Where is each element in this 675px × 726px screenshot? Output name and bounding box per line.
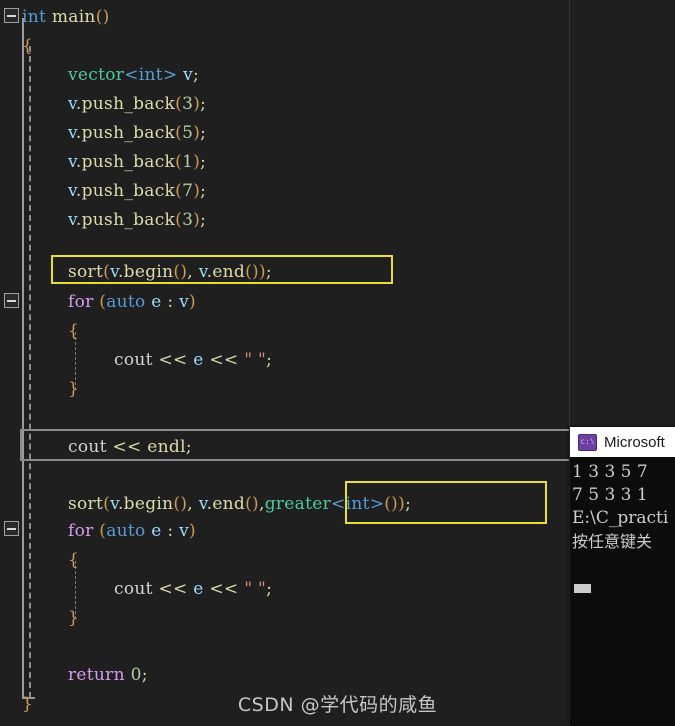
code-line-main-signature: int main() (22, 7, 110, 27)
cmd-console-icon: c:\ (578, 433, 597, 451)
code-line-cout-element-2: cout << e << " "; (114, 579, 273, 599)
token-push-back: push_back (81, 210, 176, 230)
console-window[interactable]: c:\ Microsoft 1 3 3 5 7 7 5 3 3 1 E:\C_p… (570, 427, 675, 726)
push-back-value-4: 7 (182, 181, 194, 201)
token-begin: begin (123, 262, 174, 282)
token-end: end (212, 494, 246, 514)
token-int-template: int (345, 494, 370, 514)
code-line-open-brace-for-1: { (68, 321, 80, 341)
console-output-area[interactable]: 1 3 3 5 7 7 5 3 3 1 E:\C_practi 按任意键关 (570, 457, 675, 593)
token-v: v (68, 181, 76, 201)
console-output-line-4: 按任意键关 (572, 532, 653, 551)
token-space-string: " " (244, 350, 267, 370)
token-return: return (68, 665, 125, 685)
token-e: e (193, 579, 204, 599)
token-auto: auto (106, 521, 146, 541)
code-line-cout-element-1: cout << e << " "; (114, 350, 273, 370)
token-cout: cout (114, 350, 153, 370)
code-line-for-loop-2: for (auto e : v) (68, 521, 196, 541)
code-line-push-back-1: v.push_back(3); (68, 94, 207, 114)
console-title-text: Microsoft (604, 433, 665, 451)
code-line-return: return 0; (68, 665, 148, 685)
push-back-value-1: 3 (182, 94, 194, 114)
token-e: e (151, 292, 162, 312)
code-line-sort-ascending: sort(v.begin(), v.end()); (68, 262, 272, 282)
console-title-bar[interactable]: c:\ Microsoft (570, 427, 675, 457)
console-output-line-3: E:\C_practi (572, 508, 669, 528)
fold-first-for-loop[interactable] (4, 293, 19, 308)
token-v: v (179, 292, 190, 312)
token-begin: begin (123, 494, 174, 514)
token-auto: auto (106, 292, 146, 312)
token-e: e (151, 521, 162, 541)
fold-main-function[interactable] (4, 8, 19, 23)
code-line-push-back-3: v.push_back(1); (68, 152, 207, 172)
token-cout: cout (114, 579, 153, 599)
token-int-template: int (138, 65, 163, 85)
token-push-back: push_back (81, 181, 176, 201)
token-v: v (183, 65, 194, 85)
push-back-value-5: 3 (182, 210, 194, 230)
token-v: v (110, 262, 118, 282)
push-back-value-3: 1 (182, 152, 194, 172)
code-line-close-brace-for-2: } (68, 608, 80, 628)
fold-second-for-loop[interactable] (4, 521, 19, 536)
cmd-icon-glyph: c:\ (580, 437, 595, 446)
token-push-back: push_back (81, 94, 176, 114)
console-output-line-2: 7 5 3 3 1 (572, 485, 648, 505)
token-v: v (110, 494, 118, 514)
csdn-watermark: CSDN @学代码的咸鱼 (237, 694, 438, 716)
token-main: main (51, 7, 96, 27)
scope-guide-main (22, 18, 24, 699)
token-sort: sort (68, 262, 104, 282)
token-e: e (193, 350, 204, 370)
token-v: v (68, 152, 76, 172)
console-cursor (574, 584, 591, 593)
token-v: v (179, 521, 190, 541)
code-line-push-back-2: v.push_back(5); (68, 123, 207, 143)
token-cout: cout (68, 437, 107, 457)
token-sort: sort (68, 494, 104, 514)
token-v: v (68, 123, 76, 143)
token-vector: vector (68, 65, 125, 85)
token-zero: 0 (130, 665, 142, 685)
token-end: end (212, 262, 246, 282)
token-greater: greater (264, 494, 332, 514)
indent-guide-body (29, 46, 31, 698)
code-line-for-loop-1: for (auto e : v) (68, 292, 196, 312)
token-for: for (68, 521, 94, 541)
token-for: for (68, 292, 94, 312)
token-push-back: push_back (81, 123, 176, 143)
code-line-push-back-5: v.push_back(3); (68, 210, 207, 230)
code-line-sort-descending: sort(v.begin(), v.end(),greater<int>()); (68, 494, 412, 514)
code-line-close-brace-for-1: } (68, 379, 80, 399)
token-push-back: push_back (81, 152, 176, 172)
token-int: int (22, 7, 47, 27)
code-line-push-back-4: v.push_back(7); (68, 181, 207, 201)
token-v: v (198, 262, 207, 282)
console-output-line-1: 1 3 3 5 7 (572, 462, 648, 482)
token-endl: endl (147, 437, 186, 457)
code-line-vector-decl: vector<int> v; (68, 65, 200, 85)
token-space-string: " " (244, 579, 267, 599)
screenshot-root: int main() { vector<int> v; v.push_back(… (0, 0, 675, 726)
token-v: v (68, 210, 76, 230)
token-v: v (68, 94, 76, 114)
token-v: v (198, 494, 207, 514)
editor-gutter (0, 0, 24, 726)
code-line-open-brace-for-2: { (68, 550, 80, 570)
code-line-open-brace-main: { (22, 36, 34, 56)
code-line-cout-endl: cout << endl; (68, 437, 192, 457)
push-back-value-2: 5 (182, 123, 194, 143)
